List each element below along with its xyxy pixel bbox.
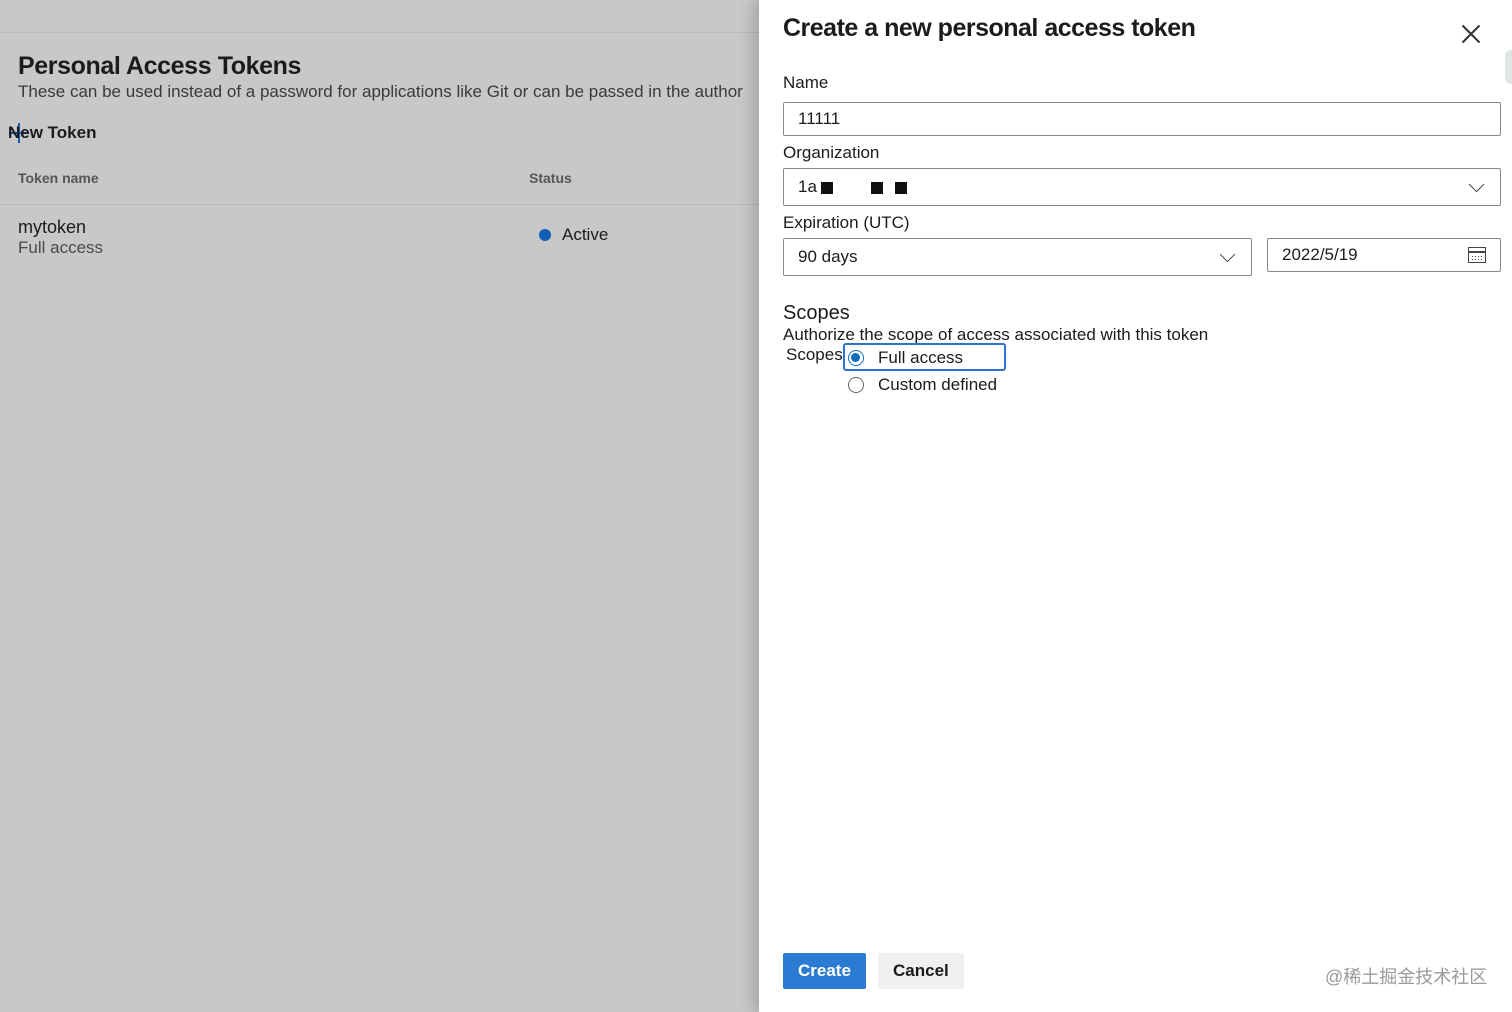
scope-option-full-access[interactable]: Full access xyxy=(848,348,963,368)
watermark: @稀土掘金技术社区 xyxy=(1325,967,1488,987)
redaction-mark xyxy=(894,181,907,194)
expiration-date-field[interactable]: 2022/5/19 xyxy=(1267,238,1501,272)
page-description: These can be used instead of a password … xyxy=(18,82,743,101)
organization-label: Organization xyxy=(783,143,880,162)
radio-unselected-icon[interactable] xyxy=(848,377,864,393)
side-tab xyxy=(1505,50,1512,84)
name-label: Name xyxy=(783,73,829,92)
column-header-status[interactable]: Status xyxy=(529,170,572,186)
scopes-label: Scopes xyxy=(786,345,843,364)
page-title: Personal Access Tokens xyxy=(18,52,302,80)
chevron-down-icon xyxy=(1219,246,1236,262)
name-field[interactable]: 11111 xyxy=(783,102,1501,136)
scope-option-label: Custom defined xyxy=(878,375,998,394)
calendar-icon[interactable] xyxy=(1468,247,1486,263)
token-scope: Full access xyxy=(18,238,104,257)
name-value: 11111 xyxy=(798,109,841,128)
close-icon[interactable] xyxy=(1459,22,1483,46)
expiration-date: 2022/5/19 xyxy=(1282,245,1358,264)
panel-title: Create a new personal access token xyxy=(783,14,1196,42)
organization-value: 1a xyxy=(798,177,817,196)
column-header-token-name[interactable]: Token name xyxy=(18,170,99,186)
redaction-mark xyxy=(820,181,833,194)
expiration-select[interactable]: 90 days xyxy=(783,238,1252,276)
new-token-label: New Token xyxy=(8,123,97,142)
expiration-label: Expiration (UTC) xyxy=(783,213,910,232)
create-token-panel: Create a new personal access token Name … xyxy=(759,0,1512,1012)
scopes-description: Authorize the scope of access associated… xyxy=(783,325,1209,344)
organization-select[interactable]: 1a xyxy=(783,168,1501,206)
redaction-mark xyxy=(870,181,883,194)
create-button[interactable]: Create xyxy=(783,953,866,989)
scopes-heading: Scopes xyxy=(783,302,850,324)
chevron-down-icon xyxy=(1468,176,1485,192)
cancel-button[interactable]: Cancel xyxy=(878,953,964,989)
status-text: Active xyxy=(562,225,609,244)
new-token-button[interactable]: New Token xyxy=(8,122,96,144)
token-name: mytoken xyxy=(18,217,87,237)
radio-selected-icon[interactable] xyxy=(848,350,864,366)
expiration-value: 90 days xyxy=(798,247,858,266)
scope-option-label: Full access xyxy=(878,348,964,367)
scope-option-custom-defined[interactable]: Custom defined xyxy=(848,375,997,395)
header-divider xyxy=(0,204,760,205)
status-dot-icon xyxy=(539,229,551,241)
